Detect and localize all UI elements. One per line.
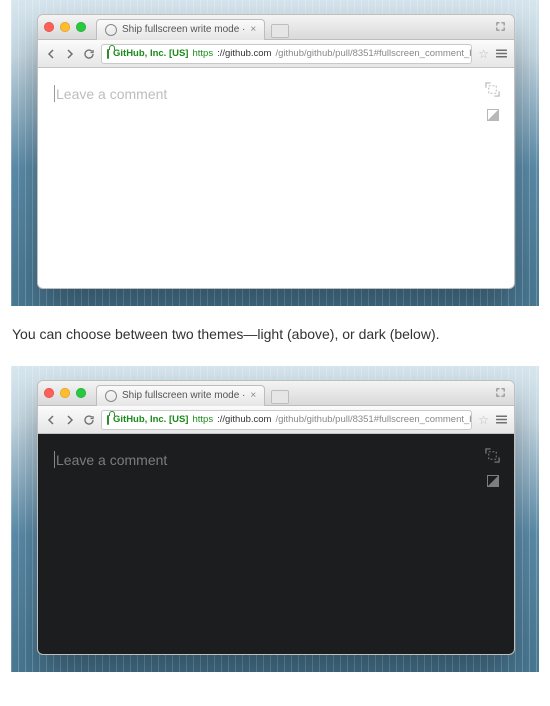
text-cursor: [54, 451, 55, 468]
browser-window: Ship fullscreen write mode · × GitHub, I…: [37, 380, 515, 655]
comment-editor[interactable]: Leave a comment: [38, 434, 514, 654]
browser-tab[interactable]: Ship fullscreen write mode · ×: [96, 385, 265, 406]
url-host: ://github.com: [217, 48, 271, 59]
editor-placeholder: Leave a comment: [56, 452, 167, 468]
address-bar[interactable]: GitHub, Inc. [US] https ://github.com/git…: [101, 410, 472, 430]
browser-tab[interactable]: Ship fullscreen write mode · ×: [96, 19, 265, 40]
close-window-button[interactable]: [44, 22, 54, 32]
hamburger-menu-icon[interactable]: [495, 47, 508, 60]
close-window-button[interactable]: [44, 388, 54, 398]
browser-toolbar: GitHub, Inc. [US] https ://github.com/git…: [38, 406, 514, 434]
text-cursor: [54, 85, 55, 102]
address-bar[interactable]: GitHub, Inc. [US] https ://github.com/git…: [101, 44, 472, 64]
caption-text: You can choose between two themes—light …: [0, 306, 550, 366]
favicon-icon: [105, 390, 117, 402]
forward-button[interactable]: [63, 413, 76, 426]
editor-controls: [485, 448, 500, 487]
zoom-window-button[interactable]: [76, 22, 86, 32]
url-path: /github/github/pull/8351#fullscreen_comm…: [275, 414, 472, 425]
back-button[interactable]: [44, 413, 57, 426]
screenshot-dark: Ship fullscreen write mode · × GitHub, I…: [11, 366, 539, 672]
ssl-org: GitHub, Inc. [US]: [113, 48, 188, 59]
zoom-window-button[interactable]: [76, 388, 86, 398]
lock-icon: [107, 49, 109, 59]
browser-toolbar: GitHub, Inc. [US] https ://github.com/git…: [38, 40, 514, 68]
window-controls: [44, 388, 86, 398]
url-scheme: https: [192, 48, 213, 59]
tab-title: Ship fullscreen write mode ·: [122, 390, 245, 401]
new-tab-button[interactable]: [271, 390, 289, 404]
minimize-window-button[interactable]: [60, 22, 70, 32]
url-path: /github/github/pull/8351#fullscreen_comm…: [275, 48, 472, 59]
fullscreen-toggle-icon[interactable]: [495, 21, 506, 32]
forward-button[interactable]: [63, 47, 76, 60]
url-host: ://github.com: [217, 414, 271, 425]
theme-toggle-icon[interactable]: [487, 475, 499, 487]
theme-toggle-icon[interactable]: [487, 109, 499, 121]
back-button[interactable]: [44, 47, 57, 60]
fullscreen-toggle-icon[interactable]: [495, 387, 506, 398]
comment-editor[interactable]: Leave a comment: [38, 68, 514, 288]
url-scheme: https: [192, 414, 213, 425]
hamburger-menu-icon[interactable]: [495, 413, 508, 426]
favicon-icon: [105, 24, 117, 36]
new-tab-button[interactable]: [271, 24, 289, 38]
ssl-org: GitHub, Inc. [US]: [113, 414, 188, 425]
close-tab-button[interactable]: ×: [250, 24, 256, 35]
browser-tabbar: Ship fullscreen write mode · ×: [38, 381, 514, 406]
editor-controls: [485, 82, 500, 121]
reload-button[interactable]: [82, 47, 95, 60]
minimize-window-button[interactable]: [60, 388, 70, 398]
exit-fullscreen-icon[interactable]: [485, 82, 500, 97]
lock-icon: [107, 415, 109, 425]
exit-fullscreen-icon[interactable]: [485, 448, 500, 463]
browser-tabbar: Ship fullscreen write mode · ×: [38, 15, 514, 40]
close-tab-button[interactable]: ×: [250, 390, 256, 401]
window-controls: [44, 22, 86, 32]
bookmark-star-icon[interactable]: ☆: [478, 47, 489, 61]
bookmark-star-icon[interactable]: ☆: [478, 413, 489, 427]
editor-placeholder: Leave a comment: [56, 86, 167, 102]
browser-window: Ship fullscreen write mode · × GitHub, I…: [37, 14, 515, 289]
screenshot-light: Ship fullscreen write mode · × GitHub, I…: [11, 0, 539, 306]
reload-button[interactable]: [82, 413, 95, 426]
tab-title: Ship fullscreen write mode ·: [122, 24, 245, 35]
